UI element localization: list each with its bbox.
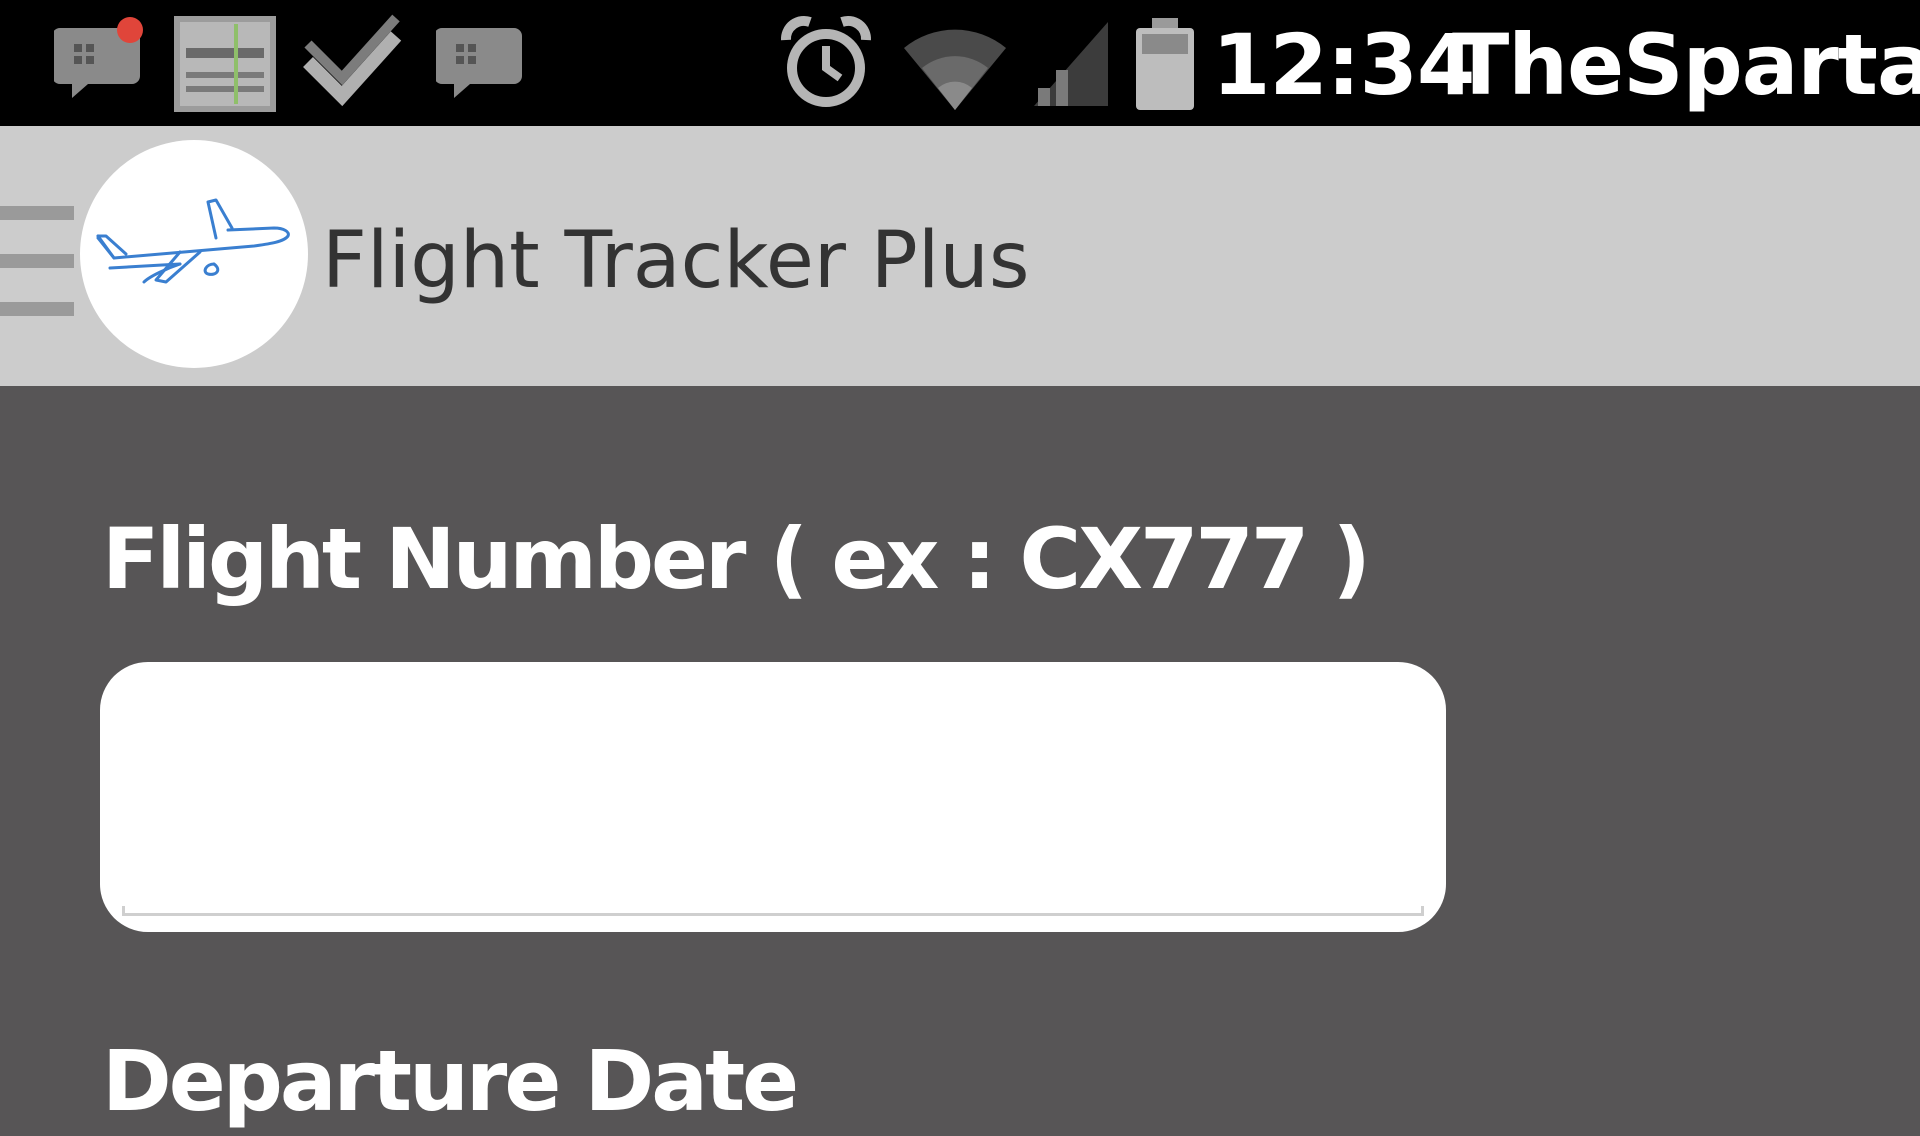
app-title: Flight Tracker Plus — [322, 216, 1030, 306]
departure-date-label: Departure Date — [102, 1032, 799, 1130]
wifi-icon — [904, 29, 1006, 111]
battery-icon — [1136, 18, 1194, 110]
airplane-icon — [96, 198, 290, 284]
app-bar: Flight Tracker Plus — [0, 126, 1920, 386]
input-underline — [122, 906, 1424, 916]
status-time: 12:34 — [1212, 16, 1475, 114]
flight-number-label: Flight Number ( ex : CX777 ) — [102, 510, 1371, 608]
flight-search-form: Flight Number ( ex : CX777 ) Departure D… — [0, 386, 1920, 1130]
hamburger-icon[interactable] — [0, 206, 76, 318]
signal-icon — [1034, 22, 1108, 106]
app-logo[interactable] — [80, 140, 308, 368]
status-bar: 12:34 TheSpartas — [0, 0, 1920, 126]
bbm-notification-icon — [54, 17, 143, 98]
check-icon — [303, 14, 402, 107]
alarm-icon — [781, 15, 871, 107]
flight-number-input[interactable] — [100, 662, 1446, 932]
app-badge-icon — [174, 16, 276, 112]
carrier-name: TheSpartas — [1452, 16, 1920, 114]
bbm-icon — [436, 28, 522, 98]
